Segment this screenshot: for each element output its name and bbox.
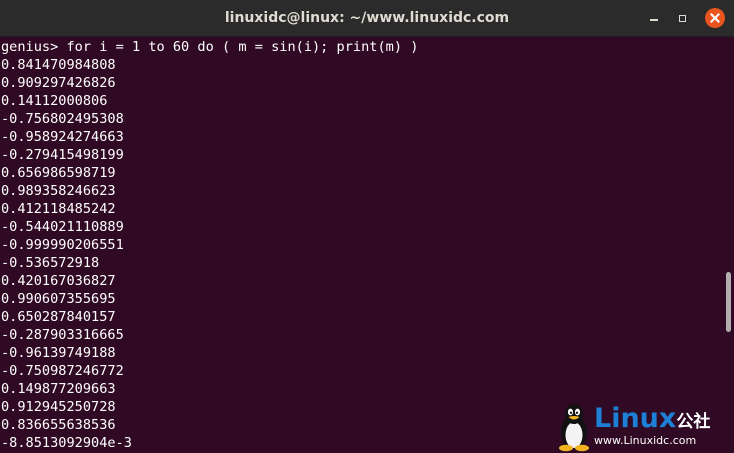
terminal-output-line: 0.14112000806 — [1, 93, 108, 109]
terminal-output-line: 0.841470984808 — [1, 57, 116, 73]
close-button[interactable] — [705, 8, 725, 28]
watermark-brand-text: Linux — [594, 403, 677, 434]
title-bar[interactable]: linuxidc@linux: ~/www.linuxidc.com — [0, 0, 734, 37]
terminal-output-line: -0.958924274663 — [1, 129, 124, 145]
terminal-output-line: 0.149877209663 — [1, 381, 116, 397]
window-title: linuxidc@linux: ~/www.linuxidc.com — [224, 10, 510, 26]
terminal-output-line: -0.287903316665 — [1, 327, 124, 343]
watermark-url: www.Linuxidc.com — [594, 434, 697, 447]
close-icon — [710, 13, 720, 23]
terminal-output-line: -0.96139749188 — [1, 345, 116, 361]
terminal-output-line: 0.650287840157 — [1, 309, 116, 325]
maximize-icon — [678, 14, 686, 22]
terminal-output-line: 0.656986598719 — [1, 165, 116, 181]
terminal-window: linuxidc@linux: ~/www.linuxidc.com geniu… — [0, 0, 734, 453]
terminal-output-line: -0.756802495308 — [1, 111, 124, 127]
terminal-output-line: -0.536572918 — [1, 255, 100, 271]
terminal-output-line: 0.420167036827 — [1, 273, 116, 289]
maximize-button[interactable] — [672, 8, 692, 28]
minimize-button[interactable] — [644, 8, 664, 28]
watermark-brand: Linux公社 — [594, 404, 710, 437]
tux-penguin-icon — [559, 404, 589, 452]
terminal-output-line: 0.989358246623 — [1, 183, 116, 199]
terminal-output-line: 0.909297426826 — [1, 75, 116, 91]
terminal-output-line: -0.279415498199 — [1, 147, 124, 163]
scrollbar[interactable] — [724, 38, 734, 453]
watermark-suffix: 公社 — [676, 412, 711, 432]
terminal-output-line: -0.999990206551 — [1, 237, 124, 253]
minimize-icon — [650, 19, 658, 21]
terminal-output-line: 0.412118485242 — [1, 201, 116, 217]
terminal-command-line: genius> for i = 1 to 60 do ( m = sin(i);… — [1, 39, 419, 55]
watermark-logo: Linux公社 www.Linuxidc.com — [556, 402, 732, 452]
terminal-output-line: 0.990607355695 — [1, 291, 116, 307]
terminal-output-line: -0.544021110889 — [1, 219, 124, 235]
scrollbar-thumb[interactable] — [726, 272, 731, 332]
terminal-output-line: -0.750987246772 — [1, 363, 124, 379]
terminal-output[interactable]: genius> for i = 1 to 60 do ( m = sin(i);… — [0, 38, 724, 453]
